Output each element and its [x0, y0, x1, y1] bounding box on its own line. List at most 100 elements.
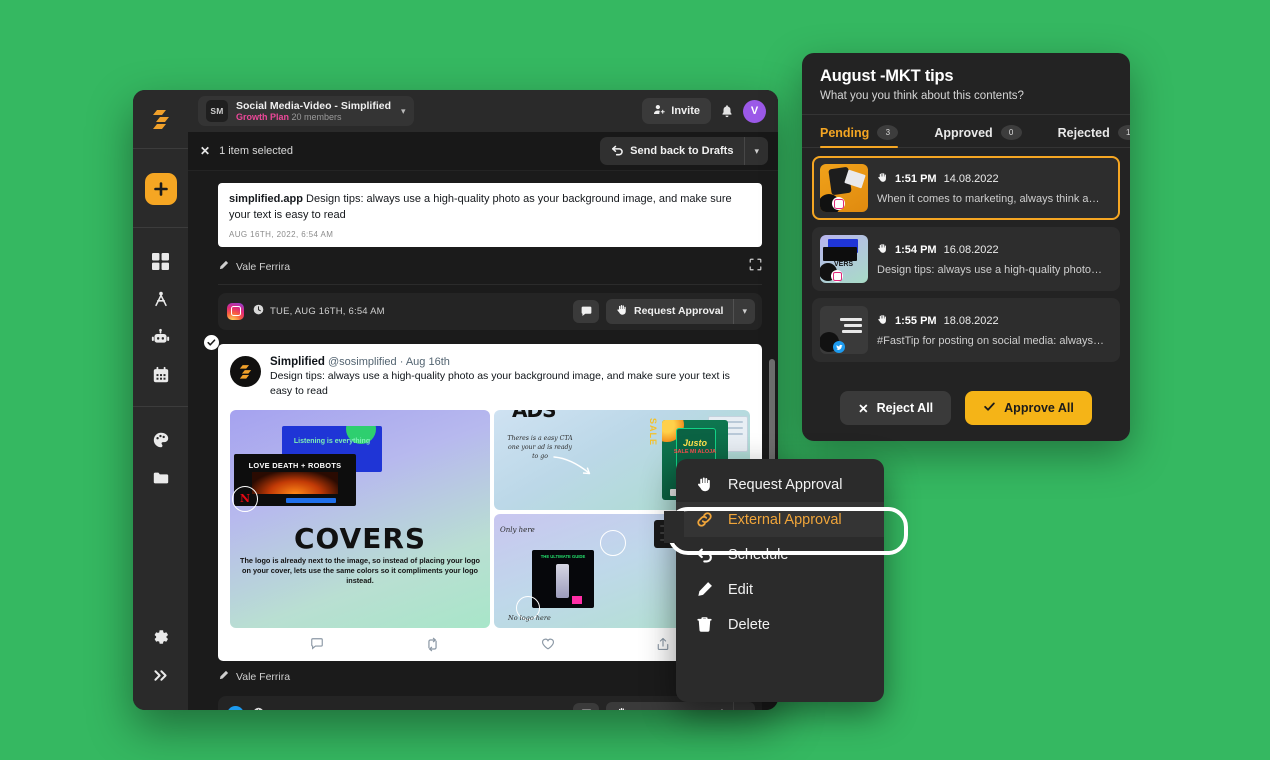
approval-panel: August -MKT tips What you you think abou…: [802, 53, 1130, 441]
selection-bar: ✕ 1 item selected Send back to Drafts ▾: [188, 132, 778, 171]
simplified-logo-icon[interactable]: [148, 106, 174, 132]
approval-item-time: 1:54 PM: [895, 243, 937, 256]
sidebar-item-files[interactable]: [133, 459, 188, 497]
no-logo-note: No logo here: [508, 613, 551, 622]
check-icon: [983, 400, 996, 416]
menu-item-request-approval[interactable]: Request Approval: [676, 467, 884, 502]
chevron-down-icon: ▾: [401, 105, 406, 116]
covers-collage-thumb: VERS: [820, 235, 868, 283]
retweet-icon[interactable]: [425, 637, 440, 652]
approval-item-text: Design tips: always use a high-quality p…: [877, 263, 1103, 276]
create-new-button[interactable]: [144, 173, 177, 205]
tab-rejected-count: 1: [1117, 125, 1130, 140]
menu-label: Delete: [728, 616, 770, 633]
quoted-text: Design tips: always use a high-quality p…: [229, 193, 732, 221]
sale-vertical-text: SALE: [648, 417, 658, 446]
chevron-down-icon[interactable]: ▾: [745, 137, 768, 165]
tab-active-underline: [820, 145, 899, 148]
tab-rejected-label: Rejected: [1057, 125, 1110, 140]
user-avatar[interactable]: V: [743, 99, 766, 123]
close-icon[interactable]: ✕: [200, 144, 210, 158]
bell-icon[interactable]: [720, 104, 734, 118]
link-chain-icon: [694, 511, 714, 528]
tweet-separator: ·: [399, 355, 404, 368]
workspace-title: Social Media-Video - Simplified: [236, 99, 392, 112]
tab-pending-label: Pending: [820, 125, 870, 140]
sidebar-item-settings[interactable]: [133, 618, 188, 656]
top-bar: SM Social Media-Video - Simplified Growt…: [188, 90, 778, 132]
menu-label: Request Approval: [728, 476, 843, 493]
pencil-icon: [218, 670, 229, 684]
hand-raised-icon: [616, 707, 628, 710]
trash-icon: [694, 616, 714, 633]
tab-approved[interactable]: Approved 0: [934, 125, 1022, 147]
hand-raised-icon: [616, 304, 628, 319]
hand-raised-icon: [877, 314, 888, 328]
workspace-selector[interactable]: SM Social Media-Video - Simplified Growt…: [198, 95, 414, 127]
approval-item-date: 16.08.2022: [943, 243, 999, 256]
check-circle-icon[interactable]: [204, 334, 219, 350]
tweet-text: Design tips: always use a high-quality p…: [270, 369, 730, 397]
ldr-title: LOVE DEATH + ROBOTS: [248, 460, 342, 470]
heart-icon[interactable]: [541, 637, 555, 651]
text-document-thumb: [820, 306, 868, 354]
twitter-icon: [227, 705, 244, 710]
chevron-down-icon[interactable]: ▾: [734, 702, 755, 710]
send-back-to-drafts-button[interactable]: Send back to Drafts ▾: [600, 137, 768, 165]
post-schedule-time-2: TUE, AUG 16TH, 6:54 AM: [270, 709, 385, 710]
share-icon[interactable]: [656, 637, 670, 651]
tweet-date: Aug 16th: [405, 355, 450, 368]
comment-icon[interactable]: [573, 299, 599, 323]
tweet-avatar: [230, 355, 261, 387]
invite-button[interactable]: Invite: [642, 98, 711, 124]
approval-panel-header: August -MKT tips What you you think abou…: [802, 53, 1130, 115]
menu-item-edit[interactable]: Edit: [676, 572, 884, 607]
tweet-display-name: Simplified: [270, 355, 325, 368]
reject-all-button[interactable]: ✕ Reject All: [840, 391, 952, 425]
menu-item-delete[interactable]: Delete: [676, 607, 884, 642]
quoted-handle: simplified.app: [229, 193, 303, 205]
comment-icon[interactable]: [573, 702, 599, 710]
request-approval-button[interactable]: Request Approval ▾: [606, 298, 755, 324]
tab-rejected[interactable]: Rejected 1: [1058, 125, 1130, 147]
approval-item[interactable]: 1:55 PM 18.08.2022 #FastTip for posting …: [812, 298, 1120, 362]
tab-pending[interactable]: Pending 3: [820, 125, 899, 148]
sidebar-item-dashboard[interactable]: [133, 242, 188, 280]
request-approval-button-2[interactable]: Request Approval ▾: [606, 701, 755, 710]
reject-all-label: Reject All: [876, 401, 934, 415]
hand-raised-icon: [877, 243, 888, 257]
approve-all-button[interactable]: Approve All: [965, 391, 1092, 425]
sidebar-expand-button[interactable]: [133, 656, 188, 694]
hand-raised-icon: [694, 476, 714, 493]
sidebar-item-calendar[interactable]: [133, 356, 188, 394]
chevron-down-icon[interactable]: ▾: [734, 299, 755, 324]
clock-icon: [253, 304, 264, 318]
reply-icon[interactable]: [310, 637, 324, 651]
approval-item-date: 18.08.2022: [943, 314, 999, 327]
orange-illustration-thumb: [820, 164, 868, 212]
tab-approved-count: 0: [1000, 125, 1022, 140]
workspace-plan: Growth Plan: [236, 111, 290, 122]
approval-item[interactable]: 1:51 PM 14.08.2022 When it comes to mark…: [812, 156, 1120, 220]
expand-icon[interactable]: [749, 258, 762, 276]
sidebar-item-ai-writer[interactable]: [133, 318, 188, 356]
menu-item-schedule[interactable]: Schedule: [676, 537, 884, 572]
selection-count-label: 1 item selected: [219, 145, 294, 157]
tweet-action-bar: [230, 628, 750, 661]
quoted-post-card: simplified.app Design tips: always use a…: [218, 183, 762, 247]
justo-brand: Justo: [682, 437, 707, 448]
sidebar-item-design[interactable]: [133, 280, 188, 318]
approval-item-time: 1:55 PM: [895, 314, 937, 327]
collage-image-left: Listening is everything LOVE DEATH + ROB…: [230, 409, 490, 628]
user-plus-icon: [653, 103, 666, 119]
undo-arrow-icon: [611, 143, 624, 159]
rail-divider-1: [133, 148, 188, 149]
tweet-handle: @sosimplified: [328, 355, 397, 368]
approval-item[interactable]: VERS 1:54 PM 16.08.2022 Design tips: alw…: [812, 227, 1120, 291]
justo-brand-sub: SALE MI ALOJA: [673, 448, 717, 455]
close-icon: ✕: [858, 401, 869, 416]
request-approval-label-2: Request Approval: [634, 708, 723, 710]
post-author-name: Vale Ferrira: [236, 260, 291, 273]
menu-item-external-approval[interactable]: External Approval: [676, 502, 884, 537]
sidebar-item-brand[interactable]: [133, 421, 188, 459]
